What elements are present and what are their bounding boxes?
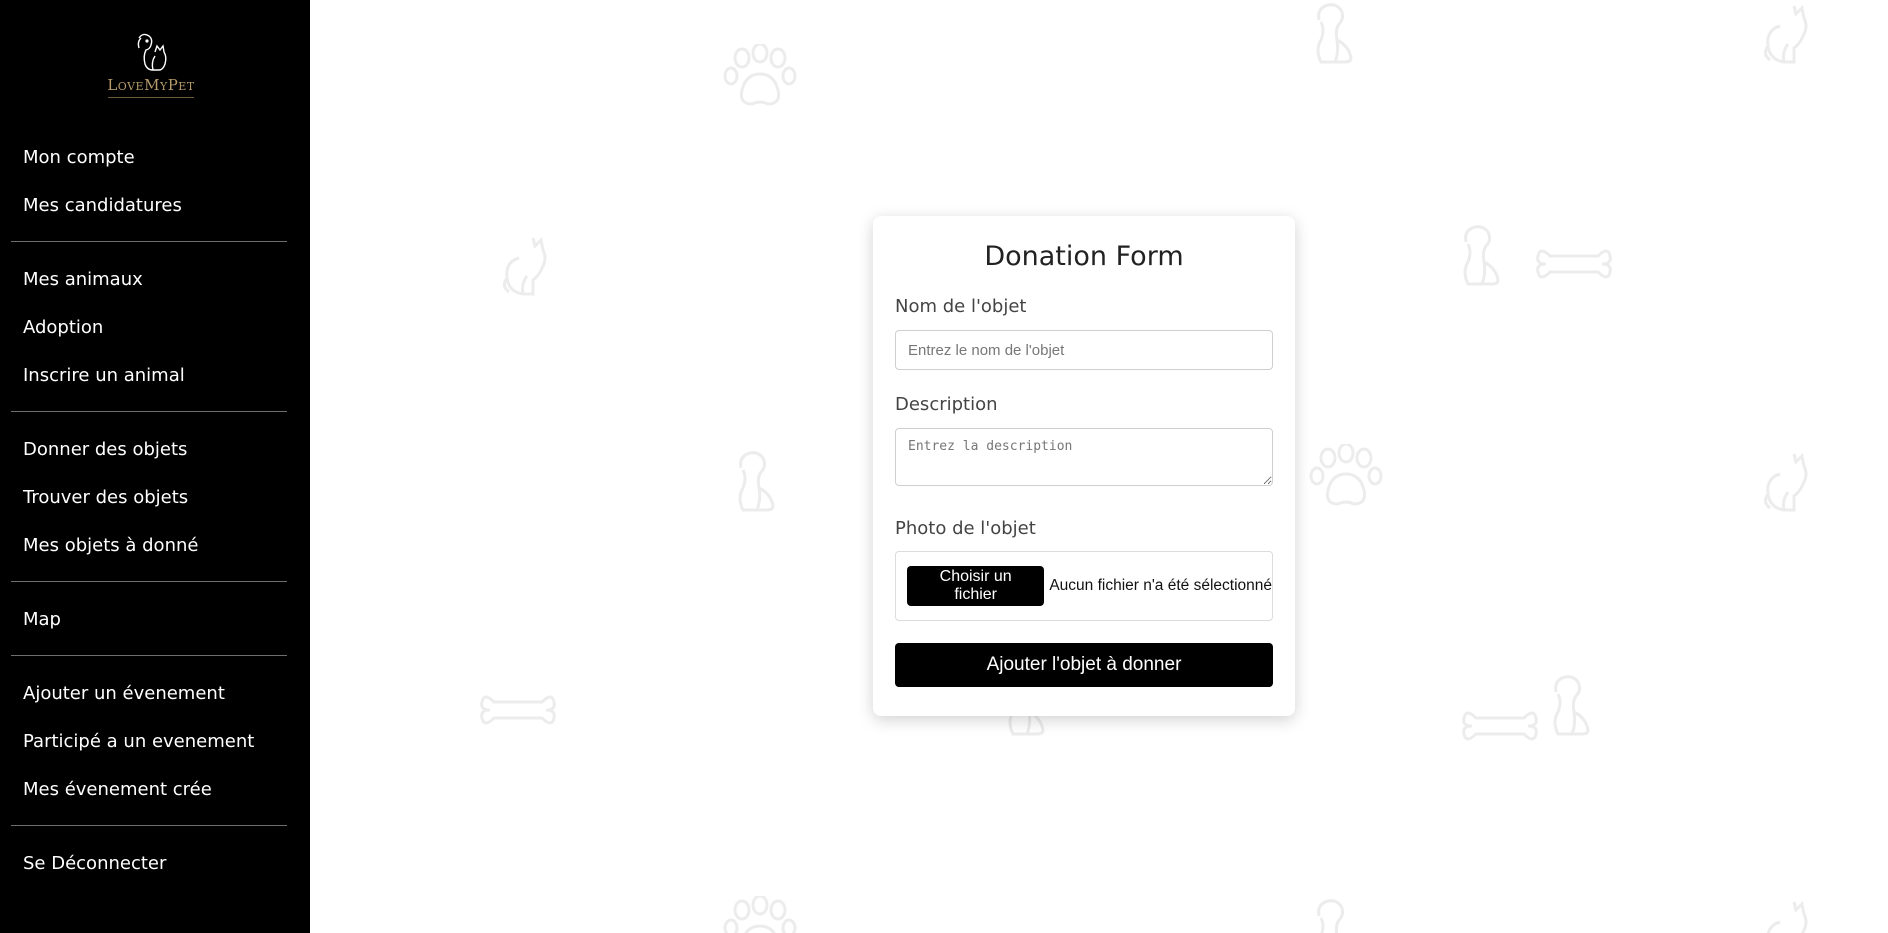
- dog-icon: [1307, 0, 1363, 70]
- file-input[interactable]: Choisir un fichier Aucun fichier n'a été…: [895, 551, 1273, 621]
- sidebar-item-ajouter-evenement[interactable]: Ajouter un évenement: [0, 678, 310, 726]
- sidebar-item-mes-objets[interactable]: Mes objets à donné: [0, 530, 310, 578]
- paw-icon: [722, 42, 798, 118]
- logo-underline: [108, 97, 194, 98]
- sidebar-item-donner-objets[interactable]: Donner des objets: [0, 434, 310, 482]
- brand-name: LoveMyPet: [107, 76, 195, 94]
- dog-icon: [1454, 222, 1510, 292]
- sidebar-nav: Mon compte Mes candidatures Mes animaux …: [0, 142, 310, 896]
- sidebar-divider: [11, 825, 287, 826]
- sidebar-item-mes-animaux[interactable]: Mes animaux: [0, 264, 310, 312]
- sidebar-item-deconnecter[interactable]: Se Déconnecter: [0, 848, 310, 896]
- sidebar-divider: [11, 241, 287, 242]
- donation-form-card: Donation Form Nom de l'objet Description…: [873, 216, 1295, 716]
- brand-logo[interactable]: LoveMyPet: [0, 30, 302, 98]
- photo-label: Photo de l'objet: [895, 518, 1036, 539]
- paw-icon: [722, 894, 798, 933]
- cat-icon: [1760, 448, 1816, 518]
- object-name-input[interactable]: [895, 330, 1273, 370]
- sidebar-divider: [11, 411, 287, 412]
- choose-file-button[interactable]: Choisir un fichier: [907, 566, 1045, 606]
- sidebar-item-trouver-objets[interactable]: Trouver des objets: [0, 482, 310, 530]
- sidebar-divider: [11, 581, 287, 582]
- dog-cat-logo-icon: [137, 33, 167, 71]
- file-status-text: Aucun fichier n'a été sélectionné: [1049, 577, 1272, 594]
- dog-icon: [1544, 672, 1600, 742]
- dog-icon: [1307, 896, 1363, 933]
- description-textarea[interactable]: [895, 428, 1273, 486]
- sidebar-item-participe-evenement[interactable]: Participé a un evenement: [0, 726, 310, 774]
- cat-icon: [1760, 896, 1816, 933]
- bone-icon: [1460, 704, 1540, 752]
- sidebar-item-mon-compte[interactable]: Mon compte: [0, 142, 310, 190]
- sidebar: LoveMyPet Mon compte Mes candidatures Me…: [0, 0, 310, 933]
- sidebar-item-mes-evenements[interactable]: Mes évenement crée: [0, 774, 310, 822]
- sidebar-item-inscrire-animal[interactable]: Inscrire un animal: [0, 360, 310, 408]
- submit-donation-button[interactable]: Ajouter l'objet à donner: [895, 643, 1273, 687]
- form-title: Donation Form: [984, 241, 1184, 272]
- bone-icon: [478, 688, 558, 736]
- bone-icon: [1534, 242, 1614, 290]
- paw-icon: [1308, 442, 1384, 518]
- sidebar-item-adoption[interactable]: Adoption: [0, 312, 310, 360]
- cat-icon: [1760, 0, 1816, 70]
- sidebar-divider: [11, 655, 287, 656]
- cat-icon: [499, 232, 555, 302]
- object-name-label: Nom de l'objet: [895, 296, 1027, 317]
- sidebar-item-mes-candidatures[interactable]: Mes candidatures: [0, 190, 310, 238]
- description-label: Description: [895, 394, 998, 415]
- dog-icon: [729, 448, 785, 518]
- sidebar-item-map[interactable]: Map: [0, 604, 310, 652]
